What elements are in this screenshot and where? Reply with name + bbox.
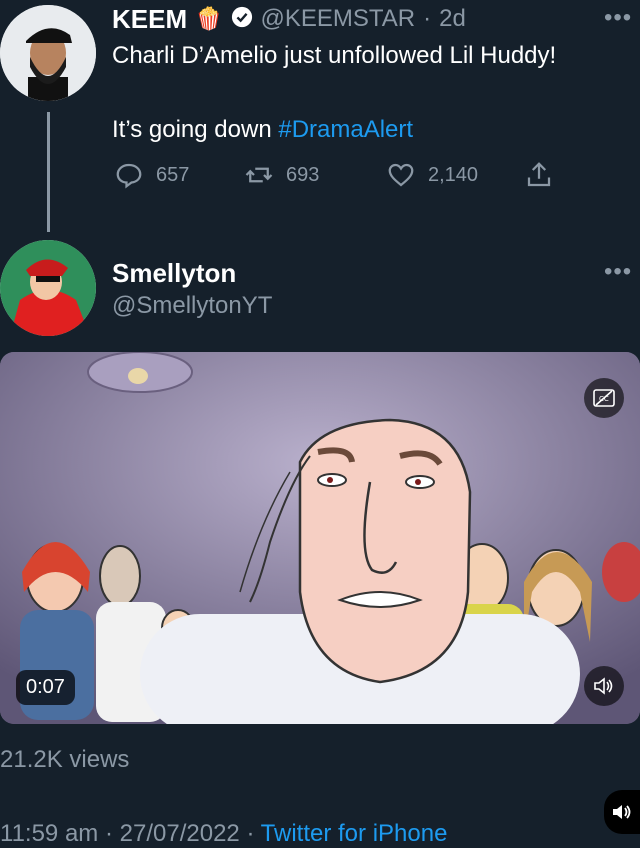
tweet-text-prefix: It’s going down: [112, 116, 279, 143]
author-handle[interactable]: @KEEMSTAR: [261, 5, 416, 33]
retweet-button[interactable]: 693: [244, 160, 319, 190]
tweet-header: KEEM 🍿 @KEEMSTAR · 2d: [112, 2, 640, 36]
tweet-text-line2: It’s going down #DramaAlert: [112, 114, 413, 146]
popcorn-icon: 🍿: [195, 6, 223, 31]
tweet-source-link[interactable]: Twitter for iPhone: [261, 820, 448, 847]
video-timestamp: 0:07: [16, 670, 75, 705]
views-count: 21.2K views: [0, 746, 130, 773]
header-separator: ·: [423, 5, 432, 32]
video-player[interactable]: 0:07 CC: [0, 352, 640, 724]
more-icon[interactable]: •••: [604, 4, 632, 32]
footer-separator-2: ·: [246, 820, 255, 847]
captions-icon: CC: [593, 389, 615, 407]
tweet-age[interactable]: 2d: [439, 5, 466, 33]
reply-icon: [116, 163, 142, 189]
svg-text:CC: CC: [599, 395, 609, 403]
reply-author-handle[interactable]: @SmellytonYT: [112, 292, 272, 320]
smellyton-avatar[interactable]: [0, 240, 96, 336]
keem-avatar[interactable]: [0, 5, 96, 101]
share-icon: [527, 162, 551, 187]
tweet-text-line1: Charli D’Amelio just unfollowed Lil Hudd…: [112, 42, 557, 69]
like-button[interactable]: 2,140: [386, 160, 478, 190]
footer-separator-1: ·: [104, 820, 113, 847]
verified-badge-icon: [231, 6, 253, 33]
captions-button[interactable]: CC: [584, 378, 624, 418]
author-display-name[interactable]: KEEM: [112, 4, 187, 35]
tweet-time[interactable]: 11:59 am: [0, 820, 98, 847]
volume-icon: [594, 677, 613, 695]
tweet-date[interactable]: 27/07/2022: [120, 820, 240, 847]
hashtag-link[interactable]: #DramaAlert: [278, 116, 413, 143]
volume-button[interactable]: [584, 666, 624, 706]
retweet-count: 693: [286, 163, 320, 186]
thread-connector-line: [47, 112, 50, 232]
reply-count: 657: [156, 163, 190, 186]
reply-author-name[interactable]: Smellyton: [112, 258, 236, 289]
reply-button[interactable]: 657: [114, 160, 189, 190]
reply-more-icon[interactable]: •••: [604, 258, 632, 286]
video-frame: [0, 352, 640, 724]
share-button[interactable]: [524, 160, 554, 190]
like-icon: [388, 163, 414, 187]
volume-icon: [613, 805, 631, 819]
retweet-icon: [245, 167, 273, 183]
page-volume-button[interactable]: [604, 790, 640, 834]
tweet-actions: 657 693 2,140: [114, 160, 554, 194]
like-count: 2,140: [428, 163, 479, 186]
tweet-footer: 11:59 am · 27/07/2022 · Twitter for iPho…: [0, 820, 447, 848]
